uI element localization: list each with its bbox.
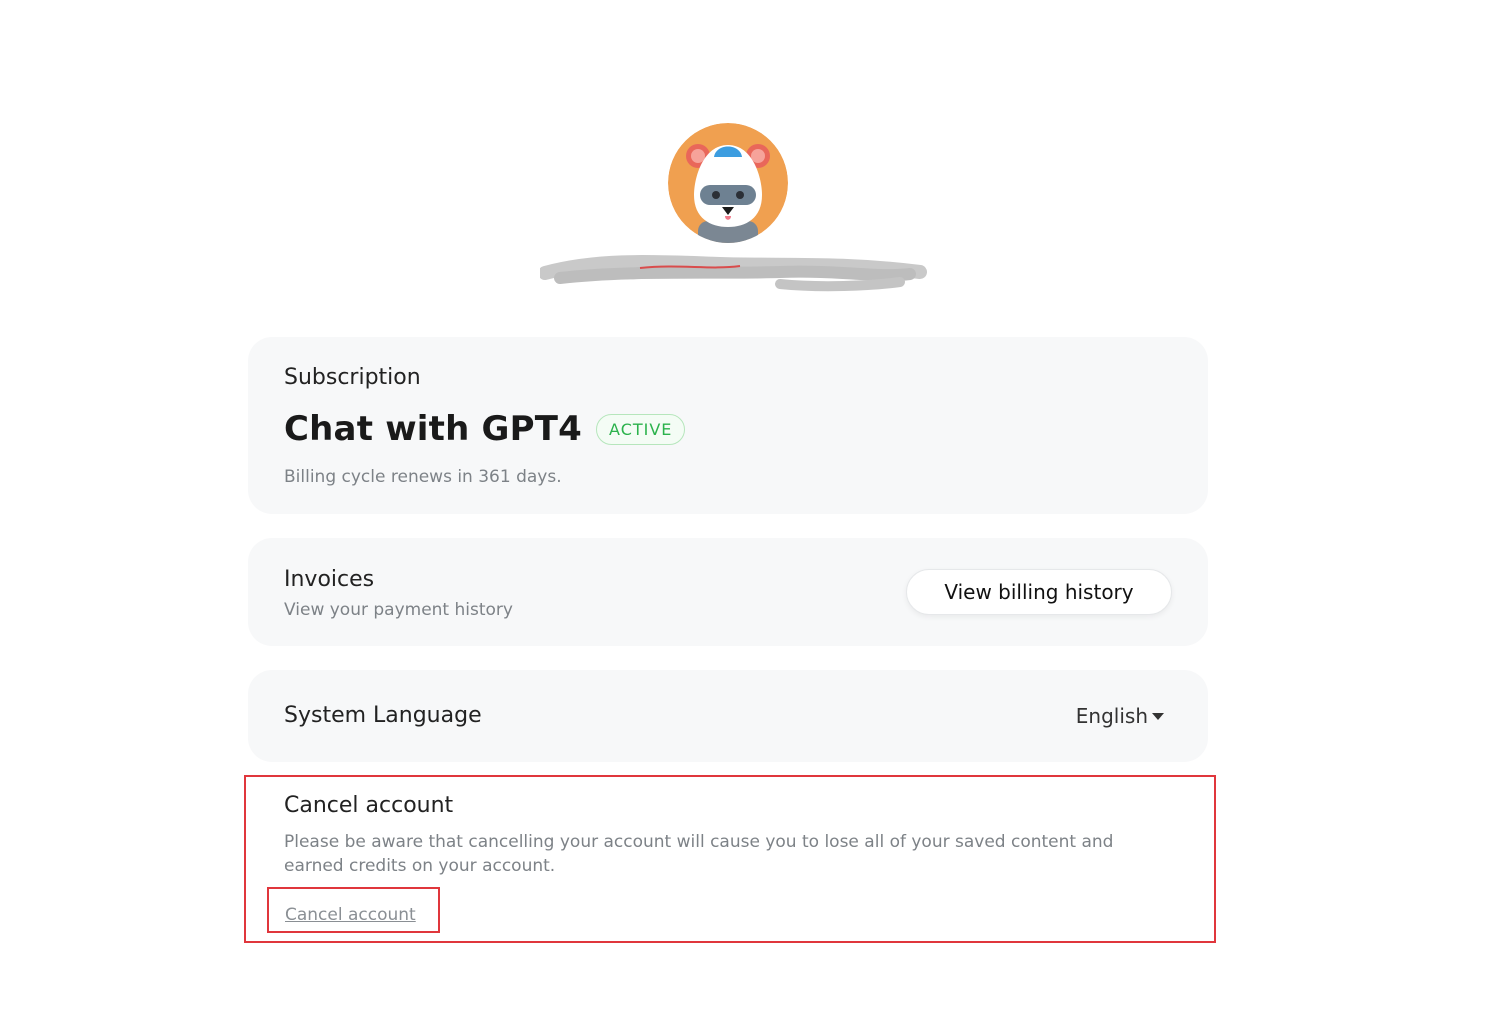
- cancel-link-highlight: Cancel account: [267, 887, 440, 933]
- language-selected-value: English: [1075, 704, 1148, 728]
- status-badge: ACTIVE: [596, 413, 686, 445]
- invoices-title: Invoices: [284, 567, 375, 592]
- language-select[interactable]: English: [1076, 704, 1164, 728]
- redacted-username: [538, 248, 930, 298]
- cancel-account-title: Cancel account: [284, 793, 454, 818]
- system-language-title: System Language: [284, 703, 482, 728]
- cancel-account-warning: Please be aware that cancelling your acc…: [284, 832, 1114, 876]
- invoices-subtitle: View your payment history: [284, 600, 513, 620]
- invoices-card: Invoices View your payment history View …: [248, 538, 1208, 646]
- cancel-account-section: Cancel account Please be aware that canc…: [244, 775, 1216, 943]
- avatar[interactable]: [668, 123, 788, 243]
- language-card: System Language English: [248, 670, 1208, 762]
- hamster-avatar-icon: [668, 123, 788, 243]
- cancel-account-link[interactable]: Cancel account: [285, 905, 416, 925]
- chevron-down-icon: [1152, 712, 1164, 720]
- plan-name: Chat with GPT4: [284, 409, 583, 449]
- billing-cycle-note: Billing cycle renews in 361 days.: [284, 467, 562, 487]
- view-billing-history-button[interactable]: View billing history: [906, 569, 1172, 615]
- subscription-card: Subscription Chat with GPT4 ACTIVE Billi…: [248, 337, 1208, 514]
- subscription-label: Subscription: [284, 365, 421, 390]
- plan-row: Chat with GPT4 ACTIVE: [284, 409, 686, 449]
